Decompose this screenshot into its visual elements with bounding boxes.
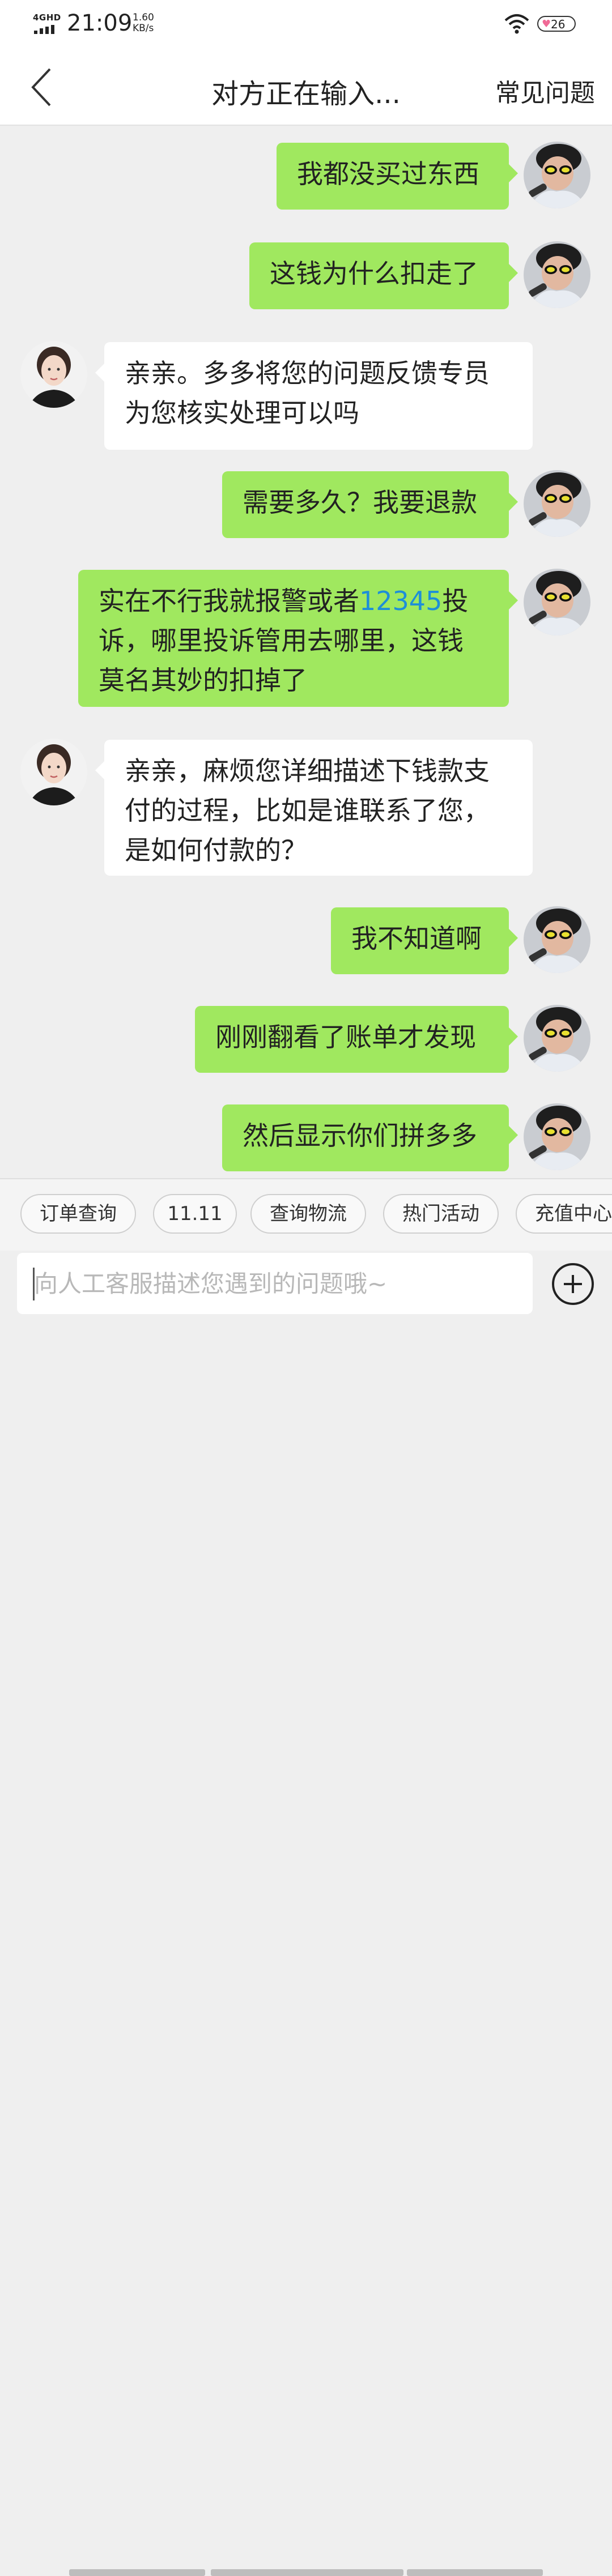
user-avatar-image (524, 142, 590, 208)
message-text: 实在不行我就报警或者12345投 (99, 581, 488, 621)
message-text: 这钱为什么扣走了 (270, 258, 478, 289)
message-bubble[interactable]: 这钱为什么扣走了 (249, 242, 518, 309)
user-avatar[interactable] (524, 1005, 590, 1072)
chat-header: 对方正在输入... 常见问题 (0, 50, 612, 126)
message-bubble[interactable]: 我都没买过东西 (277, 143, 518, 210)
message-text-segment: 实在不行我就报警或者 (99, 586, 359, 616)
user-avatar[interactable] (524, 142, 590, 208)
nav-hint (211, 2569, 403, 2576)
message-bubble[interactable]: 然后显示你们拼多多 (222, 1104, 518, 1171)
heart-icon: ♥ (542, 18, 551, 30)
user-avatar-image (524, 1005, 590, 1072)
message-text: 付的过程，比如是谁联系了您， (125, 795, 490, 826)
quick-reply-chip[interactable]: 查询物流 (250, 1194, 366, 1234)
speed-value: 1.60 (133, 12, 154, 23)
agent-avatar[interactable] (20, 341, 87, 408)
message-text-segment: 投 (442, 586, 469, 616)
message-bubble[interactable]: 实在不行我就报警或者12345投 诉，哪里投诉管用去哪里，这钱 莫名其妙的扣掉了 (78, 570, 518, 707)
signal-icon: 4GHD (33, 12, 61, 34)
message-text: 莫名其妙的扣掉了 (99, 665, 307, 696)
quick-reply-chip[interactable]: 充值中心 (516, 1194, 612, 1234)
message-text: 为您核实处理可以吗 (125, 398, 359, 428)
message-text: 诉，哪里投诉管用去哪里，这钱 (99, 625, 464, 656)
message-text: 亲亲，麻烦您详细描述下钱款支 (125, 756, 490, 786)
text-cursor (33, 1268, 35, 1300)
quick-reply-chip[interactable]: 订单查询 (20, 1194, 136, 1234)
agent-avatar[interactable] (20, 739, 87, 805)
network-type: 4GHD (33, 12, 61, 23)
message-bubble[interactable]: 刚刚翻看了账单才发现 (195, 1006, 518, 1073)
message-text: 刚刚翻看了账单才发现 (215, 1022, 476, 1052)
agent-avatar-image (20, 739, 87, 805)
faq-button[interactable]: 常见问题 (495, 72, 595, 109)
message-bubble[interactable]: 需要多久？我要退款 (222, 471, 518, 538)
status-bar: 4GHD 21:09 1.60 KB/s ♥ 26 (0, 0, 612, 50)
network-speed: 1.60 KB/s (133, 12, 154, 34)
user-avatar[interactable] (524, 241, 590, 308)
quick-reply-chip[interactable]: 热门活动 (383, 1194, 499, 1234)
user-avatar-image (524, 906, 590, 973)
user-avatar-image (524, 241, 590, 308)
add-button[interactable] (552, 1263, 594, 1305)
user-avatar-image (524, 470, 590, 537)
quick-reply-chip[interactable]: 11.11 (153, 1194, 237, 1234)
user-avatar[interactable] (524, 1103, 590, 1170)
speed-unit: KB/s (133, 23, 154, 34)
user-avatar[interactable] (524, 906, 590, 973)
message-text: 我都没买过东西 (297, 159, 479, 189)
battery-level: 26 (551, 18, 566, 31)
chat-message-list[interactable]: 我都没买过东西 这钱为什么扣走了 亲亲。多多将您的问题反馈专员 为您核实处理可以… (0, 126, 612, 1178)
nav-hint (69, 2569, 205, 2576)
message-text: 是如何付款的？ (125, 835, 307, 865)
message-bubble[interactable]: 亲亲，麻烦您详细描述下钱款支 付的过程，比如是谁联系了您， 是如何付款的？ (95, 740, 533, 876)
message-bubble[interactable]: 亲亲。多多将您的问题反馈专员 为您核实处理可以吗 (95, 342, 533, 450)
message-input[interactable] (17, 1253, 533, 1314)
user-avatar-image (524, 569, 590, 636)
message-text: 然后显示你们拼多多 (243, 1120, 477, 1151)
nav-hint (407, 2569, 543, 2576)
user-avatar-image (524, 1103, 590, 1170)
user-avatar[interactable] (524, 470, 590, 537)
wifi-icon (504, 14, 529, 34)
message-text: 需要多久？我要退款 (243, 487, 477, 518)
agent-avatar-image (20, 341, 87, 408)
message-bubble[interactable]: 我不知道啊 (331, 907, 518, 974)
quick-reply-bar[interactable]: 订单查询 11.11 查询物流 热门活动 充值中心 (0, 1178, 612, 1252)
user-avatar[interactable] (524, 569, 590, 636)
battery-icon: ♥ 26 (537, 16, 576, 32)
message-text: 我不知道啊 (351, 923, 482, 954)
message-text: 亲亲。多多将您的问题反馈专员 (125, 358, 490, 389)
input-bar (0, 1251, 612, 2576)
phone-number-link[interactable]: 12345 (359, 586, 442, 616)
clock: 21:09 (67, 10, 133, 36)
